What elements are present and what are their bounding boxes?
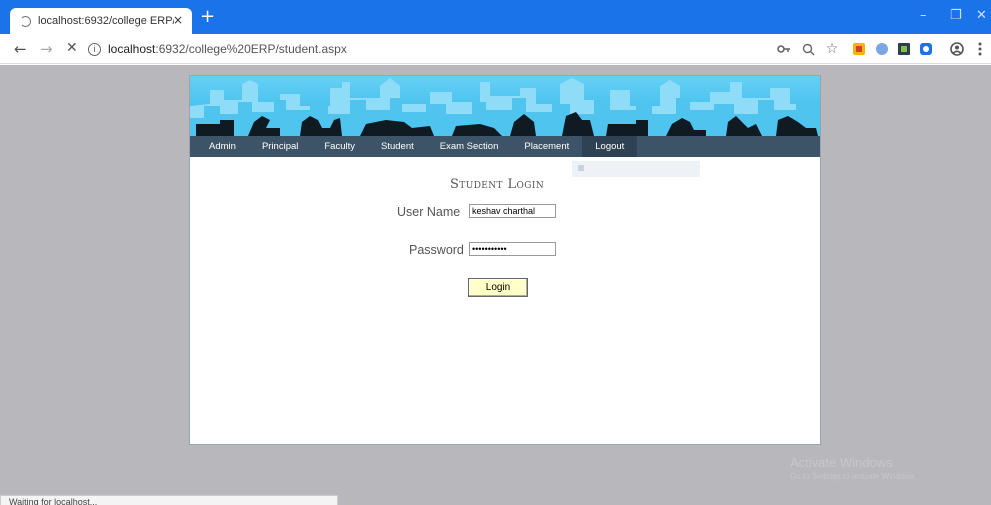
- site-container: Admin Principal Faculty Student Exam Sec…: [189, 75, 821, 445]
- browser-tab[interactable]: localhost:6932/college ERP/stud ×: [10, 8, 192, 34]
- username-label: User Name: [397, 205, 461, 219]
- username-field[interactable]: keshav charthal: [469, 204, 556, 218]
- minimize-icon[interactable]: –: [920, 8, 927, 23]
- url-host: localhost: [108, 42, 156, 56]
- menu-item-faculty[interactable]: Faculty: [311, 136, 368, 157]
- tab-close-icon[interactable]: ×: [173, 13, 183, 27]
- menu-item-exam-section[interactable]: Exam Section: [427, 136, 512, 157]
- new-tab-button[interactable]: +: [200, 8, 215, 26]
- account-icon[interactable]: [950, 42, 964, 56]
- password-label: Password: [409, 243, 464, 257]
- site-info-icon[interactable]: i: [88, 42, 101, 56]
- key-icon[interactable]: [777, 42, 791, 56]
- menu-item-student[interactable]: Student: [368, 136, 427, 157]
- zoom-icon[interactable]: [801, 42, 815, 56]
- globe-icon[interactable]: [875, 42, 889, 56]
- password-field[interactable]: •••••••••••: [469, 242, 556, 256]
- menu-item-admin[interactable]: Admin: [196, 136, 249, 157]
- extension-blue-icon[interactable]: [919, 42, 933, 56]
- menu-item-logout[interactable]: Logout: [582, 136, 638, 157]
- site-banner: [190, 76, 820, 136]
- browser-toolbar: ← → ✕ i localhost :6932/college%20ERP/st…: [0, 34, 991, 64]
- activate-windows-watermark: Activate Windows Go to Settings to activ…: [790, 455, 916, 481]
- url-path: :6932/college%20ERP/student.aspx: [155, 42, 347, 56]
- restore-icon[interactable]: ❐: [950, 8, 962, 23]
- forward-icon[interactable]: →: [40, 40, 53, 58]
- status-bar: Waiting for localhost...: [0, 495, 338, 505]
- city-skyline-image: [190, 78, 820, 136]
- menu-icon[interactable]: [973, 42, 987, 56]
- address-bar[interactable]: i localhost :6932/college%20ERP/student.…: [88, 39, 743, 59]
- login-title: Student Login: [450, 177, 545, 192]
- login-button[interactable]: Login: [468, 278, 528, 297]
- extension-dark-icon[interactable]: [897, 42, 911, 56]
- watermark-subtitle: Go to Settings to activate Windows.: [790, 472, 917, 481]
- watermark-title: Activate Windows: [790, 455, 893, 470]
- tab-title: localhost:6932/college ERP/stud: [38, 15, 174, 27]
- faded-submenu: [572, 161, 700, 177]
- stop-loading-icon[interactable]: ✕: [66, 40, 78, 56]
- close-window-icon[interactable]: ✕: [976, 8, 987, 23]
- page-viewport: Admin Principal Faculty Student Exam Sec…: [0, 65, 991, 505]
- main-menu: Admin Principal Faculty Student Exam Sec…: [190, 136, 820, 157]
- menu-item-principal[interactable]: Principal: [249, 136, 311, 157]
- loading-spinner-icon: [20, 15, 31, 27]
- menu-item-placement[interactable]: Placement: [511, 136, 582, 157]
- star-icon[interactable]: ☆: [825, 41, 839, 57]
- browser-titlebar: localhost:6932/college ERP/stud × + – ❐ …: [0, 0, 991, 34]
- back-icon[interactable]: ←: [14, 40, 27, 58]
- extension-icon[interactable]: [852, 42, 866, 56]
